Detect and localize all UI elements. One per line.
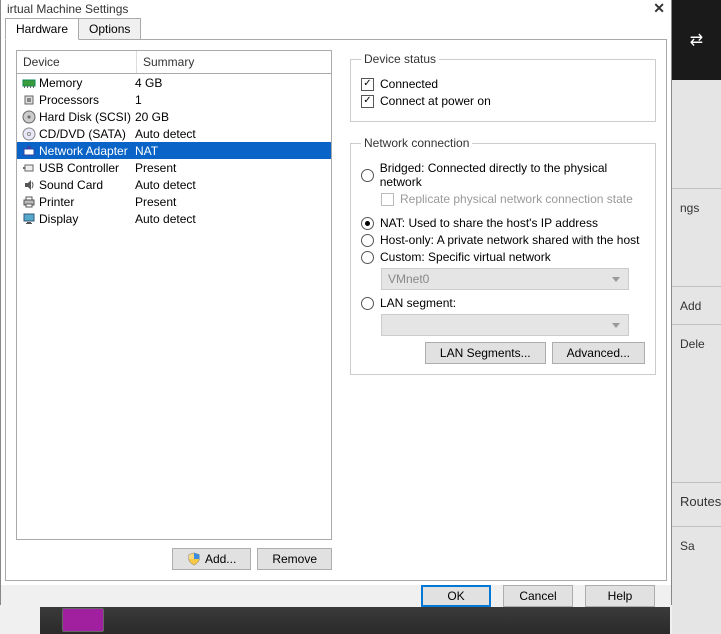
hostonly-label: Host-only: A private network shared with… — [380, 233, 639, 247]
network-buttons: LAN Segments... Advanced... — [361, 342, 645, 364]
bg-button-add[interactable]: Add — [672, 286, 721, 324]
device-summary: Auto detect — [135, 127, 327, 141]
hostonly-radio[interactable]: Host-only: A private network shared with… — [361, 233, 645, 247]
cancel-button[interactable]: Cancel — [503, 585, 573, 607]
printer-icon — [21, 194, 37, 209]
col-summary[interactable]: Summary — [137, 51, 331, 73]
left-panel: Device Summary Memory4 GBProcessors1Hard… — [16, 50, 332, 570]
titlebar: irtual Machine Settings ✕ — [1, 0, 671, 17]
device-name: USB Controller — [39, 161, 119, 175]
close-icon[interactable]: ✕ — [653, 0, 665, 17]
memory-icon — [21, 75, 37, 90]
bridged-radio[interactable]: Bridged: Connected directly to the physi… — [361, 161, 645, 189]
cpu-icon — [21, 92, 37, 107]
device-row-usb-controller[interactable]: USB Controller Present — [17, 159, 331, 176]
vm-settings-dialog: irtual Machine Settings ✕ Hardware Optio… — [0, 0, 672, 605]
network-connection-group: Network connection Bridged: Connected di… — [350, 136, 656, 375]
ok-button[interactable]: OK — [421, 585, 491, 607]
device-summary: 20 GB — [135, 110, 327, 124]
device-row-processors[interactable]: Processors 1 — [17, 91, 331, 108]
background-taskbar — [40, 606, 670, 634]
help-button[interactable]: Help — [585, 585, 655, 607]
sound-icon — [21, 177, 37, 192]
right-panel: Device status ✓ Connected ✓ Connect at p… — [350, 50, 656, 570]
lan-segment-label: LAN segment: — [380, 296, 456, 310]
add-label: Add... — [205, 552, 236, 566]
device-row-memory[interactable]: Memory 4 GB — [17, 74, 331, 91]
device-row-display[interactable]: Display Auto detect — [17, 210, 331, 227]
device-status-legend: Device status — [361, 52, 439, 66]
tab-hardware[interactable]: Hardware — [5, 18, 79, 40]
nat-radio[interactable]: NAT: Used to share the host's IP address — [361, 216, 645, 230]
device-summary: 4 GB — [135, 76, 327, 90]
device-name: Memory — [39, 76, 82, 90]
connect-poweron-label: Connect at power on — [380, 94, 491, 108]
bg-button-save[interactable]: Sa — [672, 526, 721, 564]
device-name: Display — [39, 212, 78, 226]
tab-options[interactable]: Options — [78, 18, 141, 40]
connect-poweron-checkbox[interactable]: ✓ Connect at power on — [361, 94, 645, 108]
remove-button[interactable]: Remove — [257, 548, 332, 570]
replicate-label: Replicate physical network connection st… — [400, 192, 633, 206]
device-summary: Auto detect — [135, 178, 327, 192]
bg-label-ngs: ngs — [672, 188, 721, 226]
col-device[interactable]: Device — [17, 51, 137, 73]
advanced-button[interactable]: Advanced... — [552, 342, 645, 364]
window-title: irtual Machine Settings — [7, 2, 128, 16]
shield-icon — [187, 552, 201, 566]
dialog-footer: OK Cancel Help — [1, 585, 671, 607]
replicate-checkbox: Replicate physical network connection st… — [381, 192, 645, 206]
device-summary: Present — [135, 195, 327, 209]
device-row-cd-dvd-sata-[interactable]: CD/DVD (SATA) Auto detect — [17, 125, 331, 142]
hdd-icon — [21, 109, 37, 124]
device-row-network-adapter[interactable]: Network Adapter NAT — [17, 142, 331, 159]
connected-checkbox[interactable]: ✓ Connected — [361, 77, 645, 91]
custom-label: Custom: Specific virtual network — [380, 250, 551, 264]
network-connection-legend: Network connection — [361, 136, 472, 150]
lan-segments-button[interactable]: LAN Segments... — [425, 342, 546, 364]
taskbar-item[interactable] — [62, 608, 104, 632]
custom-radio[interactable]: Custom: Specific virtual network — [361, 250, 645, 264]
display-icon — [21, 211, 37, 226]
device-summary: Auto detect — [135, 212, 327, 226]
net-icon — [21, 143, 37, 158]
device-summary: 1 — [135, 93, 327, 107]
dialog-content: Device Summary Memory4 GBProcessors1Hard… — [5, 39, 667, 581]
dark-band: ⇄ — [672, 0, 721, 80]
cd-icon — [21, 126, 37, 141]
device-summary: NAT — [135, 144, 327, 158]
device-name: Processors — [39, 93, 99, 107]
bridged-label: Bridged: Connected directly to the physi… — [380, 161, 645, 189]
background-panel: ⇄ ngs Add Dele Routes Sa — [672, 0, 721, 634]
bg-button-delete[interactable]: Dele — [672, 324, 721, 362]
custom-network-select: VMnet0 — [381, 268, 629, 290]
lan-segment-select — [381, 314, 629, 336]
bg-label-routes: Routes — [672, 482, 721, 520]
device-row-sound-card[interactable]: Sound Card Auto detect — [17, 176, 331, 193]
device-name: Hard Disk (SCSI) — [39, 110, 131, 124]
device-table-header: Device Summary — [17, 51, 331, 74]
device-row-hard-disk-scsi-[interactable]: Hard Disk (SCSI) 20 GB — [17, 108, 331, 125]
device-row-printer[interactable]: Printer Present — [17, 193, 331, 210]
device-status-group: Device status ✓ Connected ✓ Connect at p… — [350, 52, 656, 122]
usb-icon — [21, 160, 37, 175]
lan-segment-radio[interactable]: LAN segment: — [361, 296, 645, 310]
add-remove-row: Add... Remove — [16, 548, 332, 570]
device-name: Sound Card — [39, 178, 103, 192]
device-summary: Present — [135, 161, 327, 175]
device-name: Network Adapter — [39, 144, 128, 158]
tab-strip: Hardware Options — [1, 17, 671, 39]
add-button[interactable]: Add... — [172, 548, 251, 570]
device-name: CD/DVD (SATA) — [39, 127, 126, 141]
connected-label: Connected — [380, 77, 438, 91]
device-table: Device Summary Memory4 GBProcessors1Hard… — [16, 50, 332, 540]
device-name: Printer — [39, 195, 74, 209]
nat-label: NAT: Used to share the host's IP address — [380, 216, 598, 230]
